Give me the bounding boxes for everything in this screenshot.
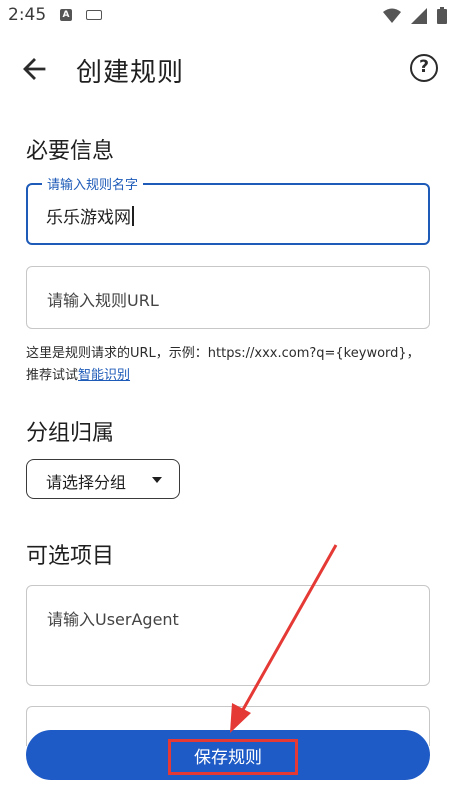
app-bar: 创建规则 ?	[0, 32, 455, 104]
optional-section-title: 可选项目	[26, 544, 115, 569]
rule-url-field[interactable]: 请输入规则URL	[26, 266, 430, 329]
annotation-arrow	[230, 544, 338, 733]
signal-icon	[411, 7, 427, 24]
smart-detect-link[interactable]: 智能识别	[78, 368, 130, 383]
rule-name-value[interactable]: 乐乐游戏网	[46, 203, 134, 228]
group-select-label: 请选择分组	[46, 473, 127, 492]
annotation-highlight-box	[168, 739, 298, 775]
rule-name-label: 请输入规则名字	[42, 174, 144, 193]
question-circle-icon: ?	[419, 57, 429, 77]
useragent-placeholder: 请输入UserAgent	[47, 610, 179, 629]
caret-down-icon	[152, 477, 162, 483]
battery-icon	[437, 7, 447, 24]
required-section-title: 必要信息	[26, 139, 115, 164]
rule-url-placeholder: 请输入规则URL	[47, 291, 159, 310]
group-select-dropdown[interactable]: 请选择分组	[26, 459, 180, 499]
rule-name-field[interactable]: 请输入规则名字 乐乐游戏网	[26, 174, 430, 245]
page-title: 创建规则	[76, 58, 185, 88]
useragent-field[interactable]: 请输入UserAgent	[26, 585, 430, 686]
wifi-icon	[383, 8, 401, 23]
url-helper-text: 这里是规则请求的URL，示例：https://xxx.com?q={keywor…	[26, 346, 420, 383]
status-bar: 2:45 A	[0, 0, 455, 32]
keyboard-icon	[86, 10, 102, 20]
a-icon: A	[60, 9, 72, 21]
group-section-title: 分组归属	[26, 421, 115, 446]
help-button[interactable]: ?	[410, 54, 438, 82]
system-icons	[383, 7, 447, 24]
arrow-left-icon	[23, 58, 46, 80]
text-cursor	[132, 206, 134, 226]
status-time: 2:45	[8, 5, 47, 25]
back-button[interactable]	[18, 52, 52, 86]
